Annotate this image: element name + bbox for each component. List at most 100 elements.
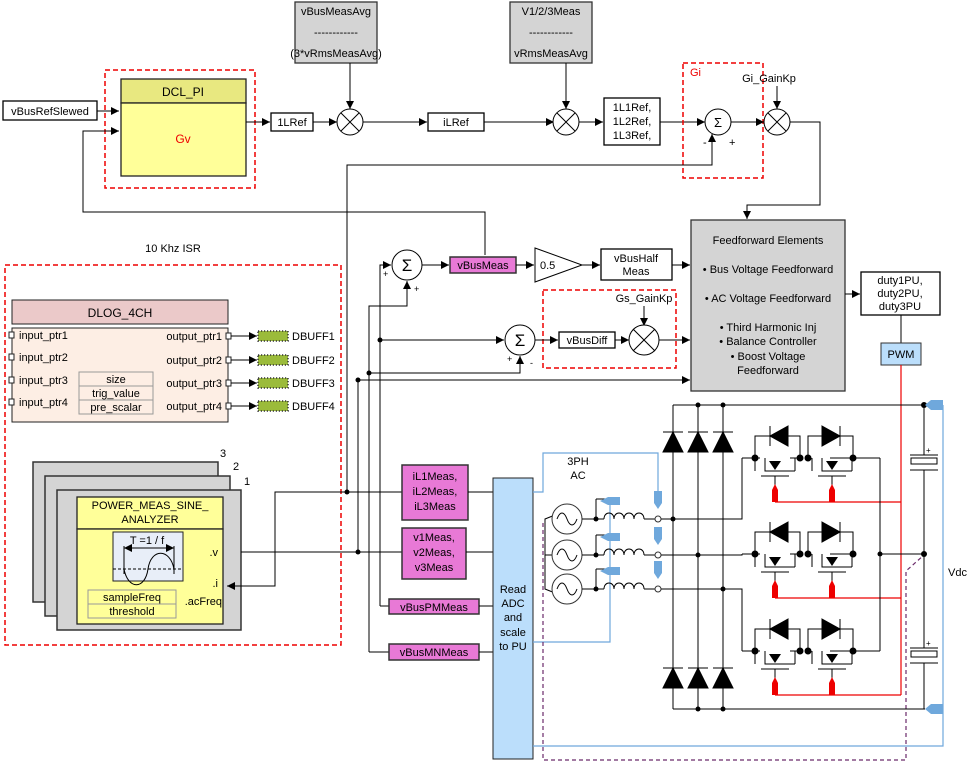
voltage-probe-icon <box>600 533 620 541</box>
divider-line: ------------ <box>529 27 573 39</box>
adc-label: Read <box>500 584 526 596</box>
dlog-param-pre-scalar: pre_scalar <box>90 402 142 414</box>
adc-label: to PU <box>499 641 527 653</box>
vbus-half-box: vBusHalf Meas <box>600 248 673 281</box>
junction <box>593 516 599 522</box>
ff-item: Feedforward <box>737 365 799 377</box>
vbus-half-label: Meas <box>623 266 650 278</box>
wire <box>723 588 743 651</box>
duty-label: duty2PU, <box>877 288 922 300</box>
vbus-ref-slewed-label: vBusRefSlewed <box>11 106 89 118</box>
terminal <box>654 515 662 523</box>
junction <box>695 706 701 712</box>
vrms-divider-box: V1/2/3Meas ------------ vRmsMeasAvg <box>509 1 593 64</box>
input-port <box>8 376 15 384</box>
dlog-block: DLOG_4CH input_ptr1 output_ptr1 DBUFF1 inpu… <box>8 299 335 423</box>
junction <box>720 706 726 712</box>
gate-signal-icon <box>772 484 778 502</box>
antiparallel-diode-icon <box>768 618 789 640</box>
junction <box>751 454 759 462</box>
ref-l2: 1L2Ref, <box>613 116 652 128</box>
data-buffer-icon <box>257 330 289 342</box>
period-label: T =1 / f <box>130 535 165 547</box>
gain-value: 0.5 <box>540 260 555 272</box>
junction <box>720 402 726 408</box>
il-meas-label: iL3Meas <box>414 501 456 513</box>
vbus-mn-meas-box: vBusMNMeas <box>388 643 480 661</box>
gate-signal-icon <box>772 580 778 598</box>
dbuff-label-1: DBUFF1 <box>292 331 335 343</box>
adc-label: scale <box>500 627 526 639</box>
ff-item: • Bus Voltage Feedforward <box>703 264 833 276</box>
bus-sum: Σ <box>391 249 423 281</box>
antiparallel-diode-icon <box>768 521 789 543</box>
ff-item: • AC Voltage Feedforward <box>705 293 831 305</box>
diode-icon <box>662 430 684 453</box>
diode-icon <box>712 666 734 689</box>
sum-symbol: Σ <box>515 331 526 350</box>
antiparallel-diode-icon <box>821 618 842 640</box>
junction <box>796 550 804 558</box>
terminal <box>654 551 662 559</box>
gi-gain-label: Gi_GainKp <box>742 73 796 85</box>
wire <box>582 569 604 590</box>
plus-sign: + <box>729 137 735 149</box>
junction <box>751 550 759 558</box>
plus-sign: + <box>383 269 388 279</box>
junction <box>796 454 804 462</box>
junction <box>804 647 812 655</box>
gs-multiplier <box>628 324 660 356</box>
diode-icon <box>712 430 734 453</box>
junction <box>593 552 599 558</box>
vdc-label: Vdc <box>948 567 967 579</box>
input-port <box>8 398 15 406</box>
voltage-probe-icon <box>600 497 620 505</box>
duty-label: duty1PU, <box>877 275 922 287</box>
junction <box>804 454 812 462</box>
plus-sign: + <box>414 284 419 294</box>
port-i: .i <box>213 578 219 590</box>
voltage-probe-icon <box>600 567 620 575</box>
minus-sign: - <box>530 358 533 368</box>
dcl-pi-title: DCL_PI <box>162 85 204 99</box>
il-meas-box: iL1Meas, iL2Meas, iL3Meas <box>401 464 469 521</box>
output-port <box>225 332 232 340</box>
vdc-probe-icon <box>925 704 943 714</box>
dlog-output-3: output_ptr3 <box>166 378 222 390</box>
ref-l3: 1L3Ref, <box>613 130 652 142</box>
wire <box>673 458 743 520</box>
gi-multiplier <box>763 108 791 136</box>
antiparallel-diode-icon <box>768 425 789 447</box>
sum-symbol: Σ <box>402 256 413 275</box>
control-diagram: vBusRefSlewed DCL_PI Gv 1LRef vBusMeasAv… <box>2 1 967 761</box>
dlog-output-2: output_ptr2 <box>166 355 222 367</box>
vbus-pm-label: vBusPMMeas <box>400 602 468 614</box>
feedforward-block: Feedforward Elements • Bus Voltage Feedf… <box>690 219 846 392</box>
divider-numerator: V1/2/3Meas <box>522 6 581 18</box>
v-meas-label: v2Meas, <box>413 547 455 559</box>
junction <box>877 551 883 557</box>
ff-item: • Third Harmonic Inj <box>720 322 817 334</box>
param-sample-freq: sampleFreq <box>103 592 161 604</box>
gs-gain-label: Gs_GainKp <box>616 293 673 305</box>
port-v: .v <box>209 547 218 559</box>
adc-label: ADC <box>501 598 524 610</box>
adc-block: Read ADC and scale to PU <box>492 477 534 760</box>
duty-label: duty3PU <box>879 301 921 313</box>
wire <box>910 554 938 709</box>
gate-signal-icon <box>829 580 835 598</box>
multiplier-2 <box>552 108 580 136</box>
v-meas-box: v1Meas, v2Meas, v3Meas <box>401 527 467 580</box>
current-probe-icon <box>654 561 662 579</box>
output-port <box>225 402 232 410</box>
dbuff-label-2: DBUFF2 <box>292 355 335 367</box>
data-buffer-icon <box>257 354 289 366</box>
ilref-box: iLRef <box>427 112 485 132</box>
vbus-half-label: vBusHalf <box>614 253 659 265</box>
wire <box>853 457 925 652</box>
gv-label: Gv <box>175 132 190 146</box>
divider-numerator: vBusMeasAvg <box>301 6 371 18</box>
mosfet-body-icon <box>769 654 781 663</box>
capacitor-icon <box>910 650 938 658</box>
param-threshold: threshold <box>109 606 154 618</box>
